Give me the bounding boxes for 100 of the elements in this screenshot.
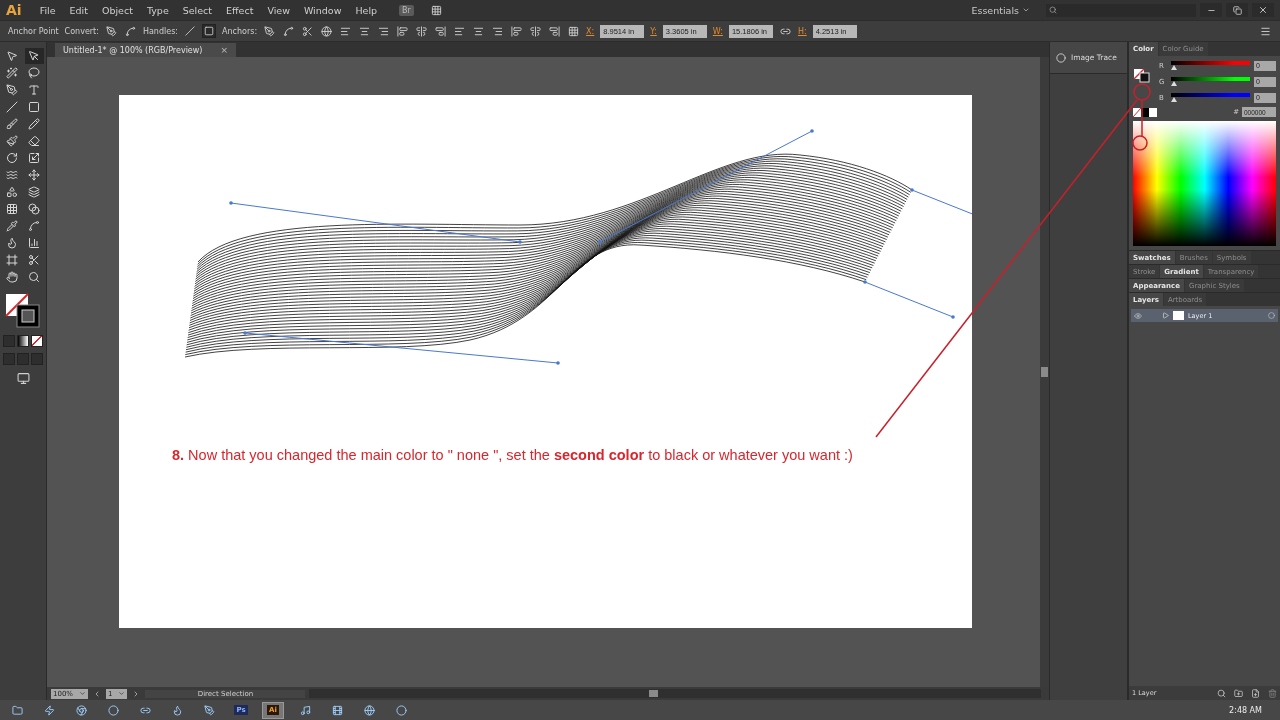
blend-icon [28, 220, 40, 232]
close-icon [1258, 5, 1268, 15]
align-button[interactable] [415, 24, 429, 38]
lasso-icon [28, 67, 40, 79]
align-button[interactable] [548, 24, 562, 38]
scissors-icon [302, 25, 314, 37]
slider-thumb[interactable] [1171, 65, 1177, 70]
gradient-mode-button[interactable] [17, 335, 29, 347]
menu-item[interactable]: View [261, 4, 296, 16]
sublayer-icon[interactable] [1234, 688, 1243, 698]
search-icon [1049, 6, 1057, 14]
search-icon[interactable] [1217, 688, 1226, 698]
vertical-scrollbar[interactable] [1040, 57, 1049, 687]
cut-path-button[interactable] [301, 24, 315, 38]
reference-point-button[interactable] [567, 24, 581, 38]
leader-line [1141, 100, 1143, 136]
connect-anchor-button[interactable] [282, 24, 296, 38]
minimize-button[interactable] [1200, 3, 1222, 17]
hand-icon [6, 271, 18, 283]
bridge-button[interactable]: Br [399, 4, 414, 16]
pen-icon [264, 25, 276, 37]
recent-swatches[interactable] [1133, 107, 1157, 117]
menu-item[interactable]: Object [95, 4, 139, 16]
workspace-switcher[interactable]: Essentials [965, 3, 1036, 17]
align-icon [359, 25, 371, 37]
align-button[interactable] [396, 24, 410, 38]
rotate-icon [6, 152, 18, 164]
menu-item[interactable]: Help [349, 4, 384, 16]
handle-toggle-button[interactable] [202, 24, 216, 38]
lightning-icon [43, 704, 55, 716]
folder-icon [11, 704, 23, 716]
align-icon [511, 25, 523, 37]
magic-wand-icon [6, 67, 18, 79]
field-label: W: [712, 26, 723, 36]
handles-label: Handles: [142, 26, 178, 36]
free-transform-icon [28, 169, 40, 181]
artboard-icon [6, 254, 18, 266]
menu-item[interactable]: Edit [63, 4, 94, 16]
grid-icon [568, 25, 580, 37]
slider-thumb[interactable] [1171, 97, 1177, 102]
pencil-icon [28, 118, 40, 130]
clock-text: 2:48 AM [1229, 705, 1262, 715]
align-icon [378, 25, 390, 37]
document-tab[interactable]: Untitled-1* @ 100% (RGB/Preview) × [55, 43, 236, 57]
tab-close-button[interactable]: × [220, 45, 228, 55]
warp-icon [6, 169, 18, 181]
align-icon [397, 25, 409, 37]
pen-icon [6, 84, 18, 96]
expand-triangle-icon[interactable] [1162, 312, 1169, 319]
flame-icon [171, 704, 183, 716]
color-slider[interactable] [1171, 60, 1250, 71]
field-label: X: [586, 26, 595, 36]
align-icon [492, 25, 504, 37]
color-spectrum[interactable] [1133, 121, 1276, 246]
color-slider[interactable] [1171, 92, 1250, 103]
align-button[interactable] [529, 24, 543, 38]
trash-icon[interactable] [1268, 688, 1277, 698]
direct-selection-arrow-tool[interactable] [24, 48, 44, 64]
close-button[interactable] [1252, 3, 1274, 17]
search-field[interactable] [1046, 3, 1196, 17]
instruction-text: 8. Now that you changed the main color to " none ", set the second color to black or whatever you want :) [172, 447, 853, 463]
fill-stroke-swatches[interactable] [5, 293, 41, 329]
document-title: Untitled-1* @ 100% (RGB/Preview) [63, 45, 203, 55]
screen-mode-button[interactable] [15, 371, 31, 386]
align-button[interactable] [510, 24, 524, 38]
globe-button[interactable] [320, 24, 334, 38]
restore-button[interactable] [1226, 3, 1248, 17]
menu-item[interactable]: Window [297, 4, 348, 16]
align-button[interactable] [434, 24, 448, 38]
horizontal-scrollbar[interactable] [309, 689, 1041, 698]
color-slider[interactable] [1171, 76, 1250, 87]
globe-icon [321, 25, 333, 37]
type-icon [28, 84, 40, 96]
slider-thumb[interactable] [1171, 81, 1177, 86]
caret-icon [79, 690, 86, 697]
caret-icon [118, 690, 126, 697]
eyedropper-icon [6, 220, 18, 232]
remove-anchor-button[interactable] [263, 24, 277, 38]
menu-item[interactable]: Effect [220, 4, 260, 16]
layer-thumbnail [1173, 311, 1184, 320]
menu-item[interactable]: Type [140, 4, 175, 16]
curve-icon [283, 25, 295, 37]
new-layer-icon[interactable] [1251, 688, 1260, 698]
color-mode-button[interactable] [3, 335, 15, 347]
convert-smooth-button[interactable] [123, 24, 137, 38]
menu-item[interactable]: File [33, 4, 62, 16]
gradient-icon [28, 203, 40, 215]
app-logo: Ai [6, 2, 22, 18]
align-icon [549, 25, 561, 37]
convert-corner-button[interactable] [104, 24, 118, 38]
arrange-documents-button[interactable] [429, 3, 443, 17]
pen-icon [203, 704, 215, 716]
align-icon [530, 25, 542, 37]
none-mode-button[interactable] [31, 335, 43, 347]
eraser-icon [28, 135, 40, 147]
menu-item[interactable]: Select [176, 4, 219, 16]
pen-icon [105, 25, 117, 37]
slice-icon [28, 254, 40, 266]
align-icon [473, 25, 485, 37]
music-icon [299, 704, 311, 716]
